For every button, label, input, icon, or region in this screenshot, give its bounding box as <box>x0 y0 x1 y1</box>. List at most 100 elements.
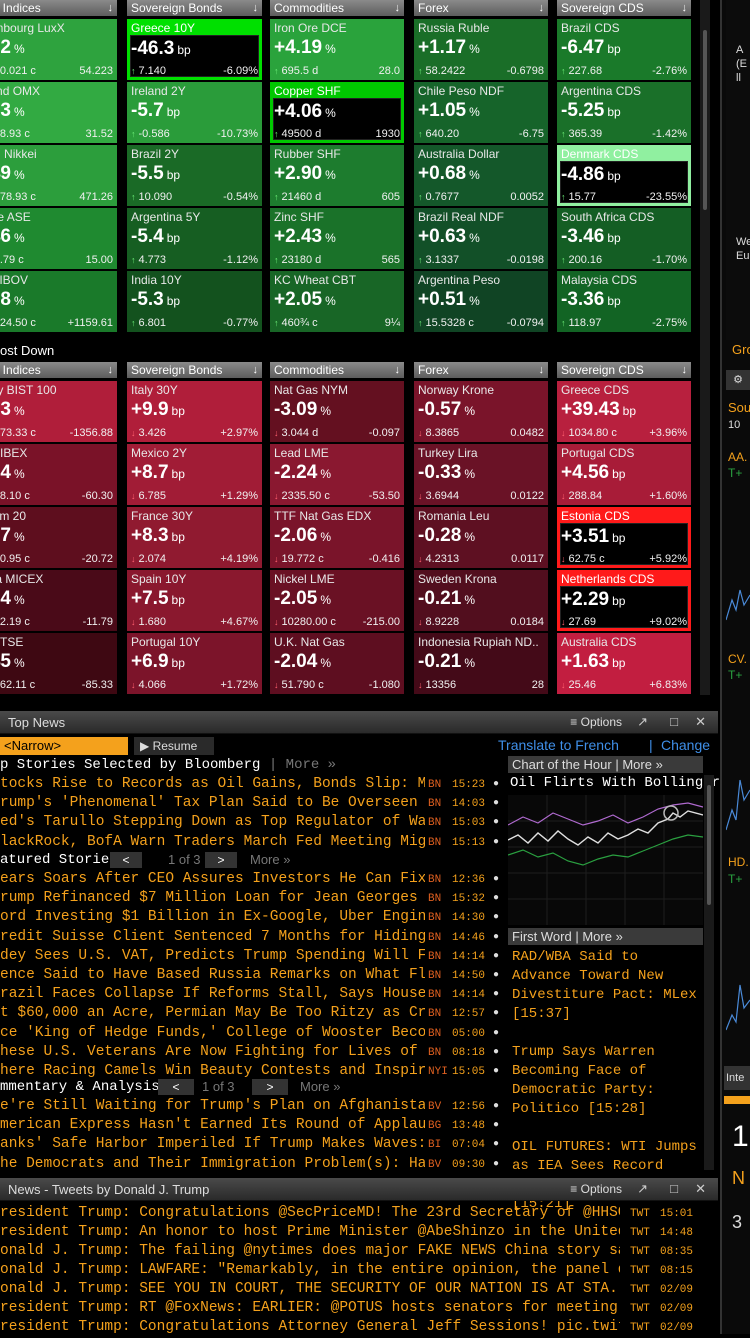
up_section-cell[interactable]: Argentina CDS -5.25 bp ↑ 365.39 -1.42% <box>557 82 691 143</box>
tweet-row[interactable]: onald J. Trump: The failing @nytimes doe… <box>0 1243 715 1262</box>
down_section-cell[interactable]: Netherlands CDS +2.29 bp ↓ 27.69 +9.02% <box>557 570 691 631</box>
news-headline[interactable]: rump Refinanced $7 Million Loan for Jean… <box>0 890 505 909</box>
chart-hour-more[interactable]: More <box>622 757 652 772</box>
translate-link[interactable]: Translate to French <box>498 737 619 753</box>
down_section-cell[interactable]: Romania Leu -0.28% ↓ 4.2313 0.0117 <box>414 507 548 568</box>
down_section-cell[interactable]: ussia MICEX0.54%↓2162.19 c-11.79 <box>0 570 117 631</box>
down_section-cell[interactable]: Sweden Krona -0.21% ↓ 8.9228 0.0184 <box>414 570 548 631</box>
popout-icon[interactable]: ↗ <box>637 714 648 730</box>
up_section-cell[interactable]: celand OMX2.53%↑1278.93 c31.52 <box>0 82 117 143</box>
up_section-cell[interactable]: India 10Y -5.3 bp ↑ 6.801 -0.77% <box>127 271 262 332</box>
up_section-cell[interactable]: Denmark CDS -4.86 bp ↑ 15.77 -23.55% <box>557 145 691 206</box>
up_section-header-1[interactable]: Sovereign Bonds ↓ <box>127 0 262 16</box>
sort-arrow-icon[interactable]: ↓ <box>108 0 114 16</box>
down_section-cell[interactable]: Spain 10Y +7.5 bp ↓ 1.680 +4.67% <box>127 570 262 631</box>
sort-arrow-icon[interactable]: ↓ <box>395 0 401 16</box>
up_section-cell[interactable]: Copper SHF +4.06% ↑ 49500 d 1930 <box>270 82 404 143</box>
maximize-icon[interactable]: □ <box>670 714 678 729</box>
down_section-cell[interactable]: France 30Y +8.3 bp ↓ 2.074 +4.19% <box>127 507 262 568</box>
featured-prev-button[interactable]: < <box>110 852 142 868</box>
up_section-cell[interactable]: Ireland 2Y -5.7 bp ↑ -0.586 -10.73% <box>127 82 262 143</box>
down_section-cell[interactable]: Italy 30Y +9.9 bp ↓ 3.426 +2.97% <box>127 381 262 442</box>
up_section-cell[interactable]: Rubber SHF +2.90% ↑ 21460 d 605 <box>270 145 404 206</box>
news-headline[interactable]: e're Still Waiting for Trump's Plan on A… <box>0 1098 505 1117</box>
news-headline[interactable]: ed's Tarullo Stepping Down as Top Regula… <box>0 814 505 833</box>
down_section-cell[interactable]: U.K. Nat Gas -2.04% ↓ 51.790 c -1.080 <box>270 633 404 694</box>
news-headline[interactable]: ence Said to Have Based Russia Remarks o… <box>0 967 505 986</box>
down_section-header-4[interactable]: Sovereign CDS ↓ <box>557 362 691 378</box>
news-headline[interactable]: ears Soars After CEO Assures Investors H… <box>0 871 505 890</box>
top-news-options-button[interactable]: ≡ Options <box>570 715 622 729</box>
down_section-header-3[interactable]: Forex ↓ <box>414 362 548 378</box>
down_section-cell[interactable]: pain IBEX0.64%↓9378.10 c-60.30 <box>0 444 117 505</box>
tweet-row[interactable]: onald J. Trump: SEE YOU IN COURT, THE SE… <box>0 1281 715 1300</box>
down_section-cell[interactable]: urkey BIST 1001.53%↓87473.33 c-1356.88 <box>0 381 117 442</box>
narrow-button[interactable]: <Narrow> <box>0 737 128 755</box>
up_section-header-3[interactable]: Forex ↓ <box>414 0 548 16</box>
up_section-cell[interactable]: Argentina Peso +0.51% ↑ 15.5328 c -0.0794 <box>414 271 548 332</box>
close-icon[interactable]: ✕ <box>695 714 706 730</box>
commentary-next-button[interactable]: > <box>252 1079 288 1095</box>
sort-arrow-icon[interactable]: ↓ <box>253 0 259 16</box>
down_section-cell[interactable]: Nickel LME -2.05% ↓ 10280.00 c -215.00 <box>270 570 404 631</box>
first-word-more[interactable]: More <box>582 929 612 944</box>
news-headline[interactable]: t $60,000 an Acre, Permian May Be Too Ri… <box>0 1005 505 1024</box>
tweet-row[interactable]: resident Trump: An honor to host Prime M… <box>0 1224 715 1243</box>
up_section-header-0[interactable]: quity Indices↓ <box>0 0 117 16</box>
news-scrollbar-thumb[interactable] <box>707 785 711 905</box>
news-headline[interactable]: anks' Safe Harbor Imperiled If Trump Mak… <box>0 1136 505 1155</box>
news-headline[interactable]: hese U.S. Veterans Are Now Fighting for … <box>0 1044 505 1063</box>
tweets-maximize-icon[interactable]: □ <box>670 1181 678 1196</box>
up_section-cell[interactable]: Iron Ore DCE +4.19% ↑ 695.5 d 28.0 <box>270 19 404 80</box>
news-headline[interactable]: merican Express Hasn't Earned Its Round … <box>0 1117 505 1136</box>
tweets-options-button[interactable]: ≡ Options <box>570 1182 622 1196</box>
grid-scrollbar-thumb[interactable] <box>703 30 707 210</box>
up_section-cell[interactable]: Argentina 5Y -5.4 bp ↑ 4.773 -1.12% <box>127 208 262 269</box>
down_section-header-1[interactable]: Sovereign Bonds ↓ <box>127 362 262 378</box>
sort-arrow-icon[interactable]: ↓ <box>108 362 114 378</box>
up_section-cell[interactable]: Malaysia CDS -3.36 bp ↑ 118.97 -2.75% <box>557 271 691 332</box>
news-headline[interactable]: rump's 'Phenomenal' Tax Plan Said to Be … <box>0 795 505 814</box>
up_section-cell[interactable]: KC Wheat CBT +2.05% ↑ 460¾ c 9¼ <box>270 271 404 332</box>
down_section-cell[interactable]: Portugal CDS +4.56 bp ↓ 288.84 +1.60% <box>557 444 691 505</box>
up_section-cell[interactable]: Greece 10Y -46.3 bp ↑ 7.140 -6.09% <box>127 19 262 80</box>
down_section-cell[interactable]: Norway Krone -0.57% ↓ 8.3865 0.0482 <box>414 381 548 442</box>
down_section-cell[interactable]: Portugal 10Y +6.9 bp ↓ 4.066 +1.72% <box>127 633 262 694</box>
sort-arrow-icon[interactable]: ↓ <box>682 362 688 378</box>
down_section-cell[interactable]: TTF Nat Gas EDX -2.06% ↓ 19.772 c -0.416 <box>270 507 404 568</box>
news-headline[interactable]: ord Investing $1 Billion in Ex-Google, U… <box>0 909 505 928</box>
up_section-cell[interactable]: Zinc SHF +2.43% ↑ 23180 d 565 <box>270 208 404 269</box>
down_section-header-2[interactable]: Commodities ↓ <box>270 362 404 378</box>
tweet-row[interactable]: resident Trump: Congratulations Attorney… <box>0 1319 715 1338</box>
down_section-cell[interactable]: elgium 200.57%↓3590.95 c-20.72 <box>0 507 117 568</box>
news-headline[interactable]: razil Faces Collapse If Reforms Stall, S… <box>0 986 505 1005</box>
down_section-cell[interactable]: aly FTSE0.45%↓18862.11 c-85.33 <box>0 633 117 694</box>
up_section-cell[interactable]: Brazil 2Y -5.5 bp ↑ 10.090 -0.54% <box>127 145 262 206</box>
down_section-cell[interactable]: Turkey Lira -0.33% ↓ 3.6944 0.0122 <box>414 444 548 505</box>
down_section-header-0[interactable]: quity Indices↓ <box>0 362 117 378</box>
grid-scrollbar[interactable] <box>700 0 710 695</box>
sort-arrow-icon[interactable]: ↓ <box>682 0 688 16</box>
down_section-cell[interactable]: Greece CDS +39.43 bp ↓ 1034.80 c +3.96% <box>557 381 691 442</box>
down_section-cell[interactable]: Indonesia Rupiah ND.. -0.21% ↓ 13356 28 <box>414 633 548 694</box>
tweets-popout-icon[interactable]: ↗ <box>637 1181 648 1197</box>
featured-more[interactable]: More » <box>250 852 290 867</box>
up_section-header-2[interactable]: Commodities ↓ <box>270 0 404 16</box>
up_section-cell[interactable]: reece ASE2.46%↑623.79 c15.00 <box>0 208 117 269</box>
top-stories-more[interactable]: | More » <box>269 757 336 773</box>
up_section-cell[interactable]: Brazil Real NDF +0.63% ↑ 3.1337 -0.0198 <box>414 208 548 269</box>
down_section-cell[interactable]: Lead LME -2.24% ↓ 2335.50 c -53.50 <box>270 444 404 505</box>
down_section-cell[interactable]: Mexico 2Y +8.7 bp ↓ 6.785 +1.29% <box>127 444 262 505</box>
up_section-cell[interactable]: apan Nikkei2.49%↑19378.93 c471.26 <box>0 145 117 206</box>
first-word-item[interactable]: OIL FUTURES: WTI Jumps as IEA Sees Recor… <box>512 1138 702 1214</box>
news-headline[interactable]: dey Sees U.S. VAT, Predicts Trump Spendi… <box>0 948 505 967</box>
down_section-cell[interactable]: Nat Gas NYM -3.09% ↓ 3.044 d -0.097 <box>270 381 404 442</box>
up_section-cell[interactable]: Russia Ruble +1.17% ↑ 58.2422 -0.6798 <box>414 19 548 80</box>
right-gear-icon[interactable]: ⚙ <box>726 370 750 390</box>
tweet-row[interactable]: onald J. Trump: LAWFARE: "Remarkably, in… <box>0 1262 715 1281</box>
sort-arrow-icon[interactable]: ↓ <box>395 362 401 378</box>
news-headline[interactable]: tocks Rise to Records as Oil Gains, Bond… <box>0 776 505 795</box>
up_section-cell[interactable]: Brazil CDS -6.47 bp ↑ 227.68 -2.76% <box>557 19 691 80</box>
news-headline[interactable]: ce 'King of Hedge Funds,' College of Woo… <box>0 1025 505 1044</box>
sort-arrow-icon[interactable]: ↓ <box>539 0 545 16</box>
